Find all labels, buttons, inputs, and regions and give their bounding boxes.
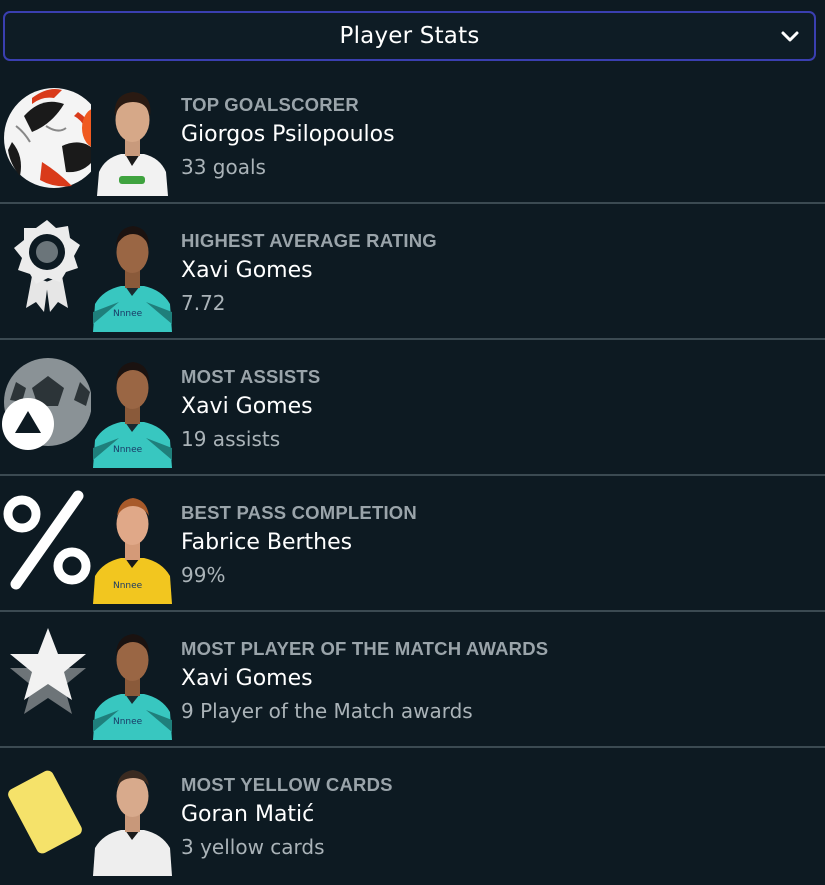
stat-value: 9 Player of the Match awards <box>181 699 473 723</box>
chevron-down-icon[interactable] <box>780 27 800 47</box>
stat-text: HIGHEST AVERAGE RATING Xavi Gomes 7.72 <box>181 230 437 318</box>
stat-row-highest-average-rating[interactable]: Nnnee HIGHEST AVERAGE RATING Xavi Gomes … <box>0 204 825 340</box>
stat-text: MOST ASSISTS Xavi Gomes 19 assists <box>181 366 320 454</box>
stat-category: MOST PLAYER OF THE MATCH AWARDS <box>181 638 549 659</box>
player-name[interactable]: Xavi Gomes <box>181 256 437 286</box>
player-name[interactable]: Goran Matić <box>181 800 393 830</box>
player-name[interactable]: Giorgos Psilopoulos <box>181 120 395 150</box>
dropdown-title: Player Stats <box>339 23 480 49</box>
player-portrait: Nnnee <box>91 484 174 604</box>
stat-category: TOP GOALSCORER <box>181 94 359 115</box>
player-name[interactable]: Xavi Gomes <box>181 664 548 694</box>
stat-category: MOST YELLOW CARDS <box>181 774 393 795</box>
stat-category: HIGHEST AVERAGE RATING <box>181 230 437 251</box>
stat-category: MOST ASSISTS <box>181 366 321 387</box>
stat-value: 19 assists <box>181 427 281 451</box>
star-icon <box>2 620 94 740</box>
player-stats-dropdown[interactable]: Player Stats <box>3 11 816 61</box>
stat-text: MOST YELLOW CARDS Goran Matić 3 yellow c… <box>181 774 393 862</box>
stats-list: TOP GOALSCORER Giorgos Psilopoulos 33 go… <box>0 68 825 884</box>
stat-category: BEST PASS COMPLETION <box>181 502 417 523</box>
percent-icon <box>2 484 94 604</box>
svg-text:Nnnee: Nnnee <box>113 717 143 727</box>
stat-row-best-pass-completion[interactable]: Nnnee BEST PASS COMPLETION Fabrice Berth… <box>0 476 825 612</box>
player-name[interactable]: Xavi Gomes <box>181 392 320 422</box>
stat-text: TOP GOALSCORER Giorgos Psilopoulos 33 go… <box>181 94 395 182</box>
stat-value: 7.72 <box>181 291 226 315</box>
assist-ball-icon <box>2 348 94 468</box>
stat-text: MOST PLAYER OF THE MATCH AWARDS Xavi Gom… <box>181 638 548 726</box>
player-portrait: Nnnee <box>91 212 174 332</box>
stat-row-most-yellow-cards[interactable]: MOST YELLOW CARDS Goran Matić 3 yellow c… <box>0 748 825 884</box>
yellow-card-icon <box>2 756 94 876</box>
stat-value: 3 yellow cards <box>181 835 325 859</box>
svg-text:Nnnee: Nnnee <box>113 445 143 455</box>
svg-text:Nnnee: Nnnee <box>113 581 143 591</box>
stat-value: 33 goals <box>181 155 266 179</box>
stat-row-top-goalscorer[interactable]: TOP GOALSCORER Giorgos Psilopoulos 33 go… <box>0 68 825 204</box>
player-portrait: Nnnee <box>91 348 174 468</box>
football-icon <box>2 76 94 196</box>
stat-row-most-potm-awards[interactable]: Nnnee MOST PLAYER OF THE MATCH AWARDS Xa… <box>0 612 825 748</box>
player-stats-panel: Player Stats TOP GOALSCORER Giorgos Psil… <box>0 0 825 885</box>
stat-text: BEST PASS COMPLETION Fabrice Berthes 99% <box>181 502 417 590</box>
player-portrait: Nnnee <box>91 620 174 740</box>
award-rosette-icon <box>2 212 94 332</box>
svg-text:Nnnee: Nnnee <box>113 309 143 319</box>
player-portrait <box>91 756 174 876</box>
player-name[interactable]: Fabrice Berthes <box>181 528 417 558</box>
stat-value: 99% <box>181 563 226 587</box>
stat-row-most-assists[interactable]: Nnnee MOST ASSISTS Xavi Gomes 19 assists <box>0 340 825 476</box>
player-portrait <box>91 76 174 196</box>
